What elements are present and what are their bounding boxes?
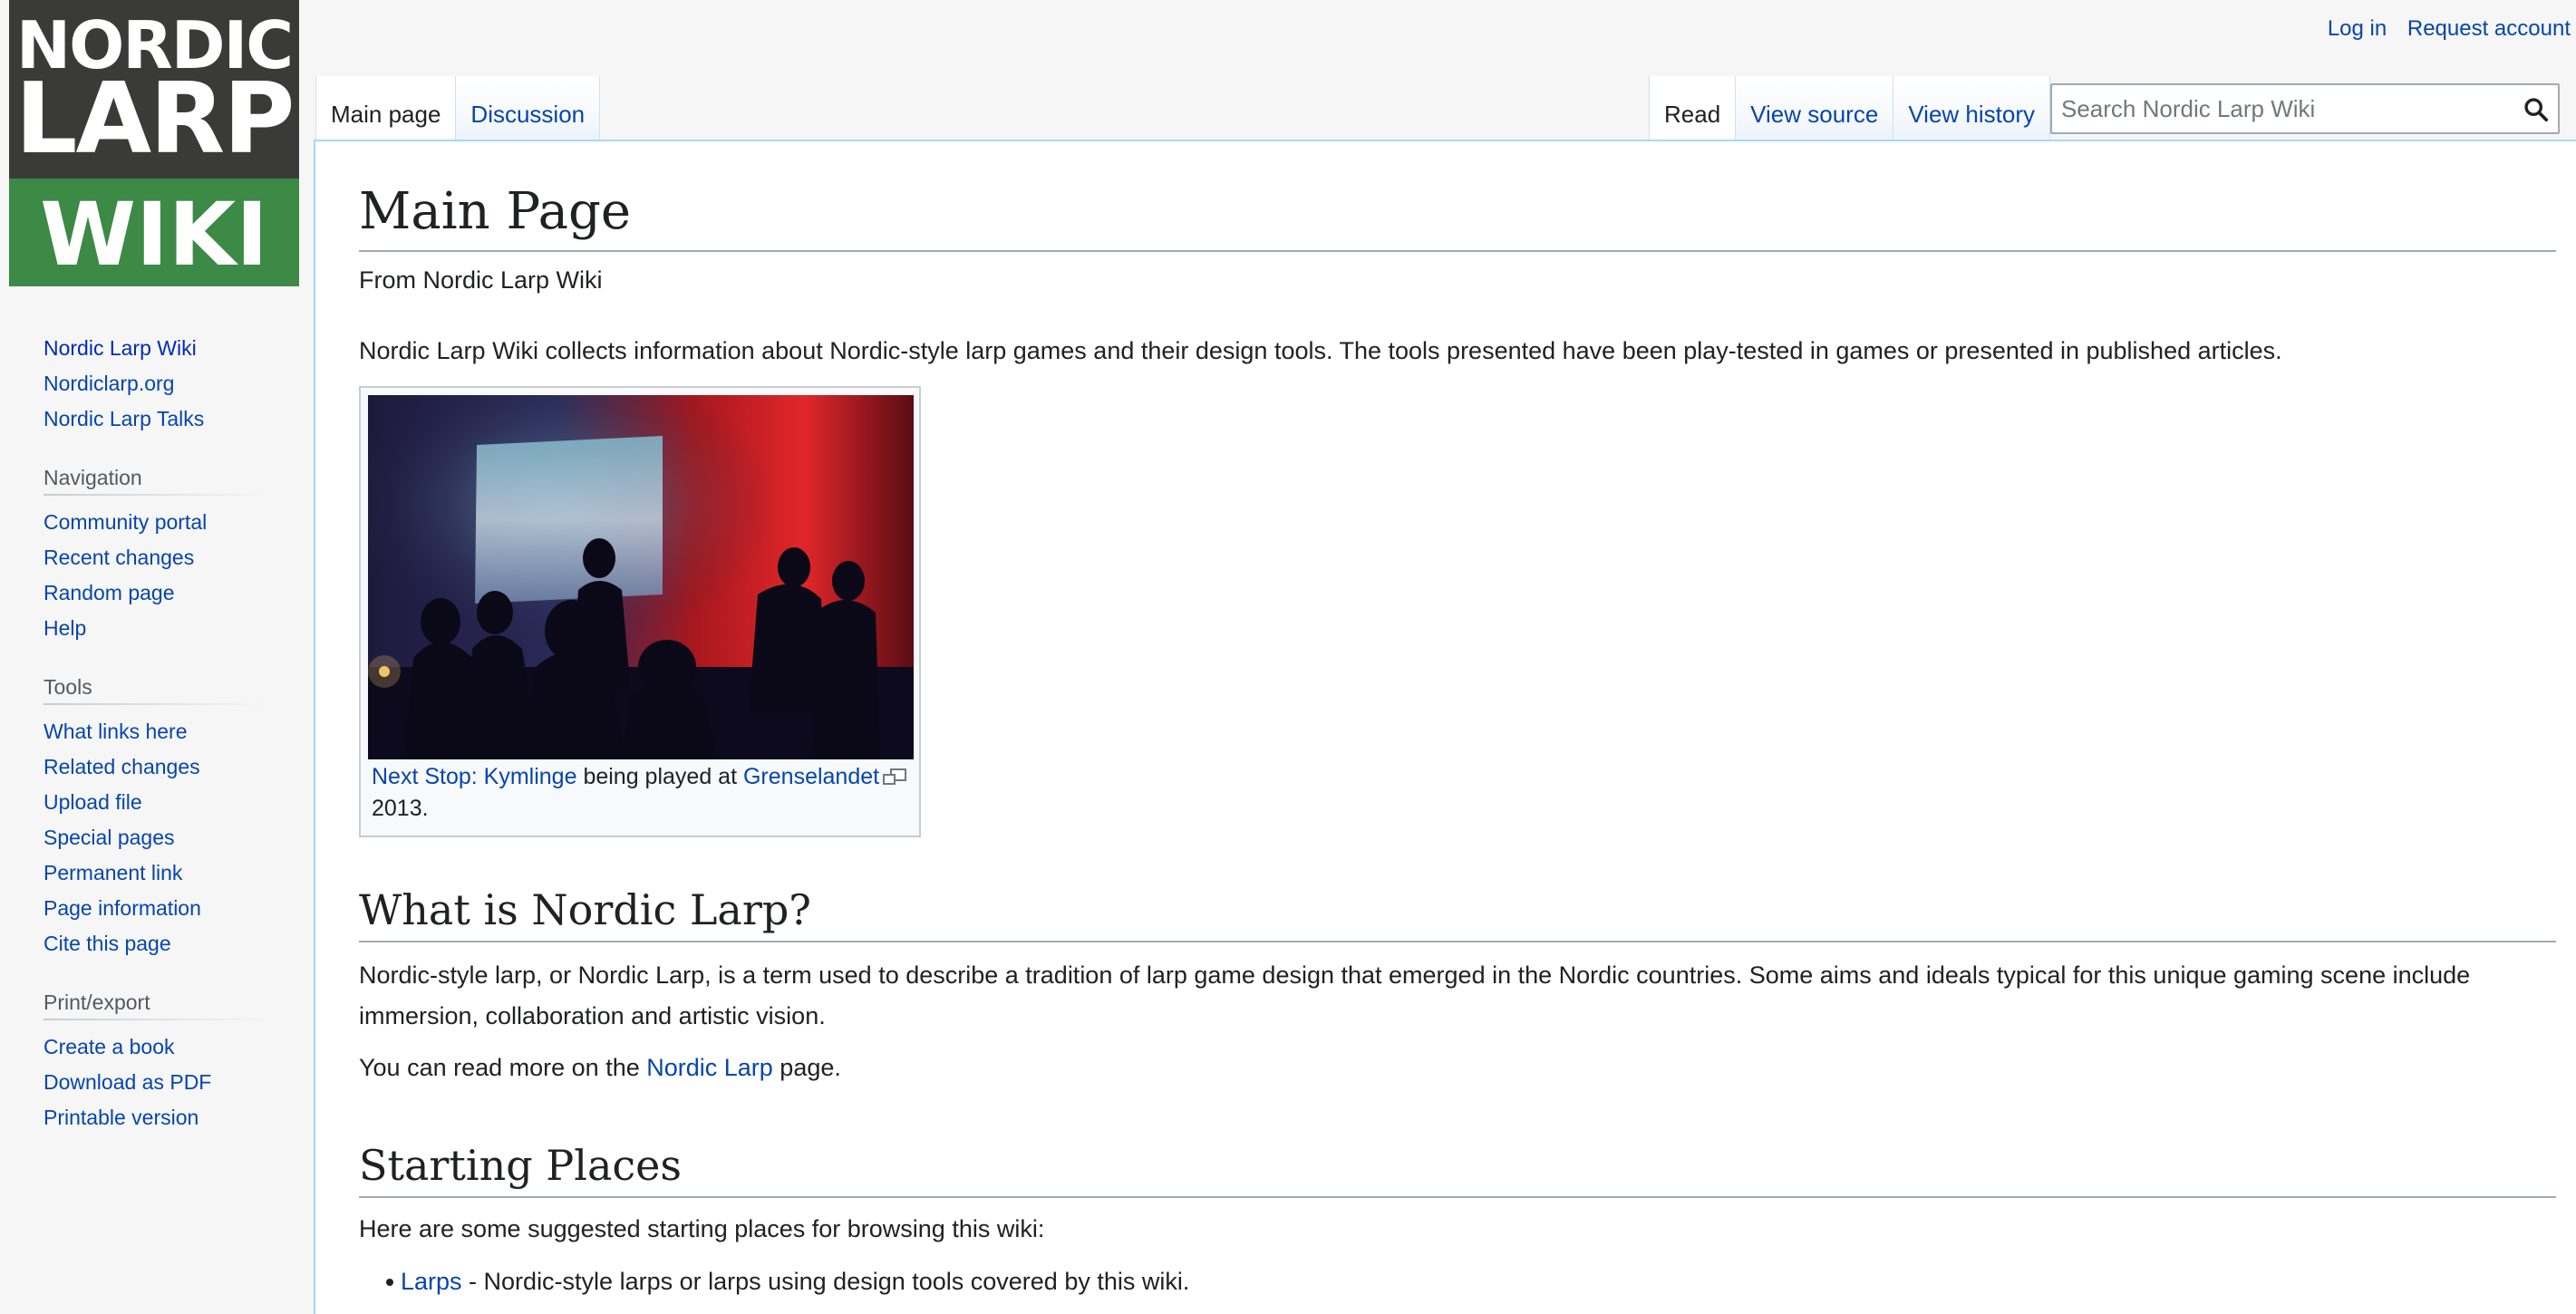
caption-text-year: 2013. xyxy=(372,796,429,821)
sidebar-heading-navigation: Navigation xyxy=(44,466,270,496)
tab-view-history-label[interactable]: View history xyxy=(1908,101,2035,128)
caption-link-grenselandet[interactable]: Grenselandet xyxy=(743,764,879,789)
sidebar-item-what-links-here[interactable]: What links here xyxy=(44,720,188,743)
sidebar-item-page-information[interactable]: Page information xyxy=(44,896,201,920)
sidebar-portal-main: Nordic Larp Wiki Nordiclarp.org Nordic L… xyxy=(44,331,270,437)
larps-link[interactable]: Larps xyxy=(401,1268,462,1295)
sidebar-portal-print: Print/export Create a book Download as P… xyxy=(44,990,270,1135)
sidebar-item-help[interactable]: Help xyxy=(44,616,86,640)
nordic-larp-link[interactable]: Nordic Larp xyxy=(646,1054,773,1081)
tab-discussion[interactable]: Discussion xyxy=(456,76,601,141)
sidebar-portal-navigation: Navigation Community portal Recent chang… xyxy=(44,466,270,646)
read-more-suffix: page. xyxy=(772,1054,841,1081)
thumbnail-image[interactable] xyxy=(368,395,914,759)
search-input[interactable] xyxy=(2061,85,2514,132)
sidebar-portal-tools: Tools What links here Related changes Up… xyxy=(44,675,270,961)
sidebar-item-special-pages[interactable]: Special pages xyxy=(44,826,175,849)
sidebar: Nordic Larp Wiki Nordiclarp.org Nordic L… xyxy=(0,308,314,1135)
sidebar-item-recent-changes[interactable]: Recent changes xyxy=(44,546,194,569)
section-heading-what-is: What is Nordic Larp? xyxy=(359,883,2556,942)
tab-main-page-label: Main page xyxy=(331,101,441,128)
sidebar-heading-print-export: Print/export xyxy=(44,990,270,1020)
site-logo[interactable]: NORDIC LARP WIKI xyxy=(9,0,299,286)
larps-description: - Nordic-style larps or larps using desi… xyxy=(461,1268,1190,1295)
tab-discussion-label[interactable]: Discussion xyxy=(470,101,585,128)
starting-places-list: Larps - Nordic-style larps or larps usin… xyxy=(359,1261,2556,1302)
tab-main-page[interactable]: Main page xyxy=(315,76,457,141)
intro-paragraph: Nordic Larp Wiki collects information ab… xyxy=(359,337,2282,364)
tab-view-source-label[interactable]: View source xyxy=(1750,101,1878,128)
enlarge-icon[interactable] xyxy=(883,768,906,787)
logo-line2: LARP xyxy=(15,63,295,176)
starting-places-paragraph: Here are some suggested starting places … xyxy=(359,1215,1045,1242)
sidebar-heading-tools: Tools xyxy=(44,675,270,705)
what-is-paragraph: Nordic-style larp, or Nordic Larp, is a … xyxy=(359,961,2471,1029)
sidebar-item-cite-this-page[interactable]: Cite this page xyxy=(44,932,171,955)
sidebar-item-permanent-link[interactable]: Permanent link xyxy=(44,861,182,884)
personal-tools: Log in Request account xyxy=(2313,16,2571,42)
read-more-paragraph: You can read more on the Nordic Larp pag… xyxy=(359,1048,2556,1088)
thumbnail-frame: Next Stop: Kymlinge being played at Gren… xyxy=(359,386,921,837)
site-subtitle: From Nordic Larp Wiki xyxy=(359,266,603,294)
thumbnail-caption: Next Stop: Kymlinge being played at Gren… xyxy=(372,761,897,825)
content-area: Main Page From Nordic Larp Wiki Nordic L… xyxy=(314,140,2576,1314)
sidebar-item-nordic-larp-talks[interactable]: Nordic Larp Talks xyxy=(44,407,204,430)
request-account-link[interactable]: Request account xyxy=(2407,16,2571,41)
caption-text-mid: being played at xyxy=(576,764,743,789)
tab-read-label: Read xyxy=(1664,101,1721,128)
sidebar-item-upload-file[interactable]: Upload file xyxy=(44,790,142,814)
caption-link-next-stop[interactable]: Next Stop: Kymlinge xyxy=(372,764,577,789)
search-box xyxy=(2050,83,2560,134)
larp-photo xyxy=(368,395,914,759)
login-link[interactable]: Log in xyxy=(2328,16,2387,41)
tab-view-source[interactable]: View source xyxy=(1736,76,1894,141)
sidebar-item-printable-version[interactable]: Printable version xyxy=(44,1106,199,1129)
sidebar-item-nordic-larp-wiki[interactable]: Nordic Larp Wiki xyxy=(44,336,197,360)
sidebar-item-community-portal[interactable]: Community portal xyxy=(44,510,207,534)
tab-read[interactable]: Read xyxy=(1649,76,1737,141)
section-heading-starting-places: Starting Places xyxy=(359,1138,2556,1198)
read-more-prefix: You can read more on the xyxy=(359,1054,647,1081)
tab-view-history[interactable]: View history xyxy=(1893,76,2050,141)
logo-line3: WIKI xyxy=(40,184,268,285)
namespace-tabs: Main page Discussion xyxy=(315,76,601,141)
sidebar-item-download-pdf[interactable]: Download as PDF xyxy=(44,1070,211,1094)
sidebar-item-related-changes[interactable]: Related changes xyxy=(44,755,200,778)
sidebar-item-create-a-book[interactable]: Create a book xyxy=(44,1035,174,1058)
search-icon[interactable] xyxy=(2523,97,2549,122)
list-item: Larps - Nordic-style larps or larps usin… xyxy=(359,1261,2556,1302)
view-tabs: Read View source View history xyxy=(1649,76,2050,141)
page-title: Main Page xyxy=(359,179,2556,252)
sidebar-item-random-page[interactable]: Random page xyxy=(44,581,175,604)
sidebar-item-nordiclarp-org[interactable]: Nordiclarp.org xyxy=(44,372,174,395)
